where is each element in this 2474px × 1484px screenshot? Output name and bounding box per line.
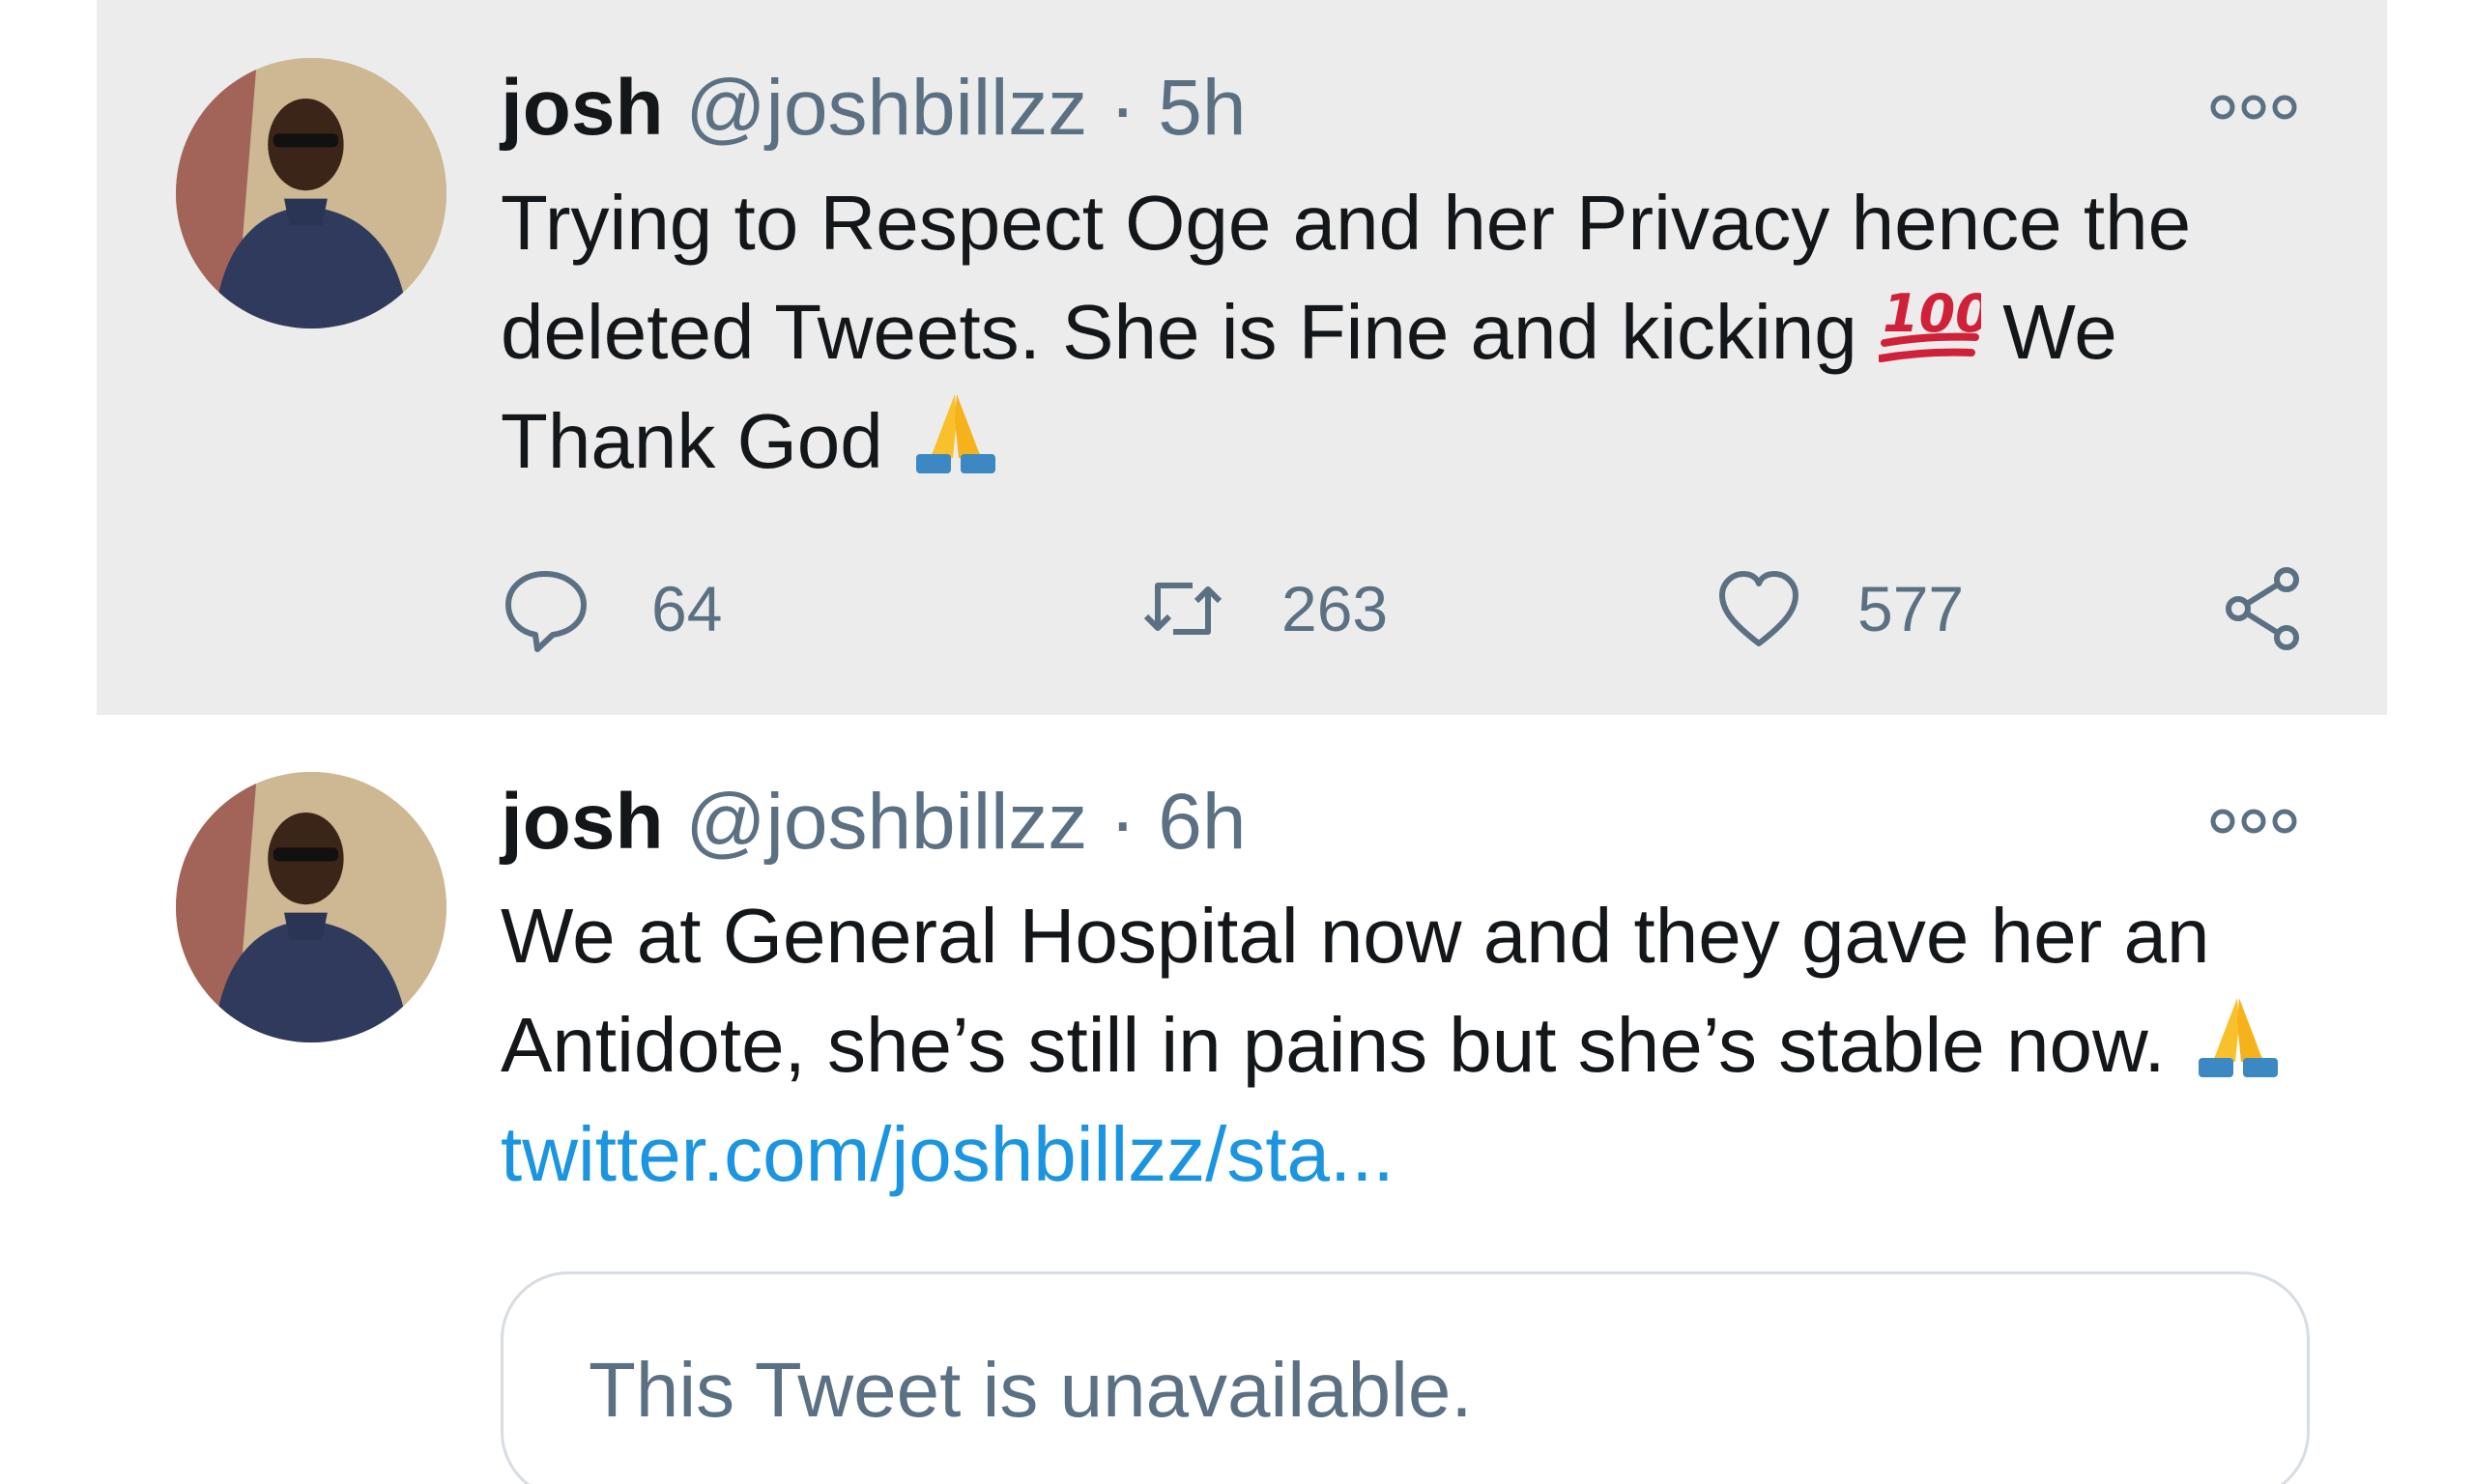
tweet-feed: josh @joshbillzz · 5h Trying to Respect … (0, 0, 2474, 1484)
avatar-photo (176, 772, 446, 1042)
like-button[interactable]: 577 (1714, 560, 1964, 657)
tweet-timestamp[interactable]: 6h (1158, 778, 1246, 866)
avatar-photo (176, 58, 446, 328)
tweet-text: We at General Hospital now and they gave… (501, 881, 2337, 1209)
tweet-header: josh @joshbillzz · 5h (501, 60, 1246, 157)
reply-count: 64 (651, 573, 723, 644)
avatar[interactable] (176, 58, 446, 328)
hundred-points-emoji: 100 (1879, 281, 1981, 368)
tweet-text: Trying to Respect Oge and her Privacy he… (501, 168, 2337, 496)
share-icon (2226, 567, 2299, 650)
tweet-text-part: We at General Hospital now and they gave… (501, 893, 2210, 1088)
tweet-item[interactable]: josh @joshbillzz · 6h We at General Hosp… (97, 754, 2387, 1484)
separator-dot: · (1109, 778, 1136, 866)
retweet-arrows-icon (1143, 583, 1223, 635)
unavailable-message: This Tweet is unavailable. (589, 1347, 1473, 1433)
separator-dot: · (1109, 64, 1136, 152)
more-dots-icon[interactable] (2209, 807, 2298, 836)
tweet-timestamp[interactable]: 5h (1158, 64, 1246, 152)
author-name[interactable]: josh (501, 64, 664, 152)
quoted-tweet-card[interactable]: This Tweet is unavailable. (501, 1271, 2310, 1484)
like-count: 577 (1857, 573, 1965, 644)
author-handle[interactable]: @joshbillzz (685, 64, 1087, 152)
avatar[interactable] (176, 772, 446, 1042)
folded-hands-emoji (905, 390, 1007, 477)
author-name[interactable]: josh (501, 778, 664, 866)
share-button[interactable] (2219, 560, 2308, 657)
speech-bubble-icon (505, 571, 587, 652)
heart-icon (1719, 571, 1798, 646)
reply-button[interactable]: 64 (501, 560, 722, 657)
tweet-header: josh @joshbillzz · 6h (501, 774, 1246, 870)
folded-hands-emoji (2187, 994, 2289, 1081)
more-dots-icon[interactable] (2209, 93, 2298, 122)
retweet-count: 263 (1281, 573, 1389, 644)
retweet-button[interactable]: 263 (1138, 560, 1388, 657)
tweet-item[interactable]: josh @joshbillzz · 5h Trying to Respect … (97, 0, 2387, 715)
tweet-link[interactable]: twitter.com/joshbillzz/sta... (501, 1111, 1395, 1197)
tweet-actions: 64 263 577 (501, 560, 2299, 657)
author-handle[interactable]: @joshbillzz (685, 778, 1087, 866)
